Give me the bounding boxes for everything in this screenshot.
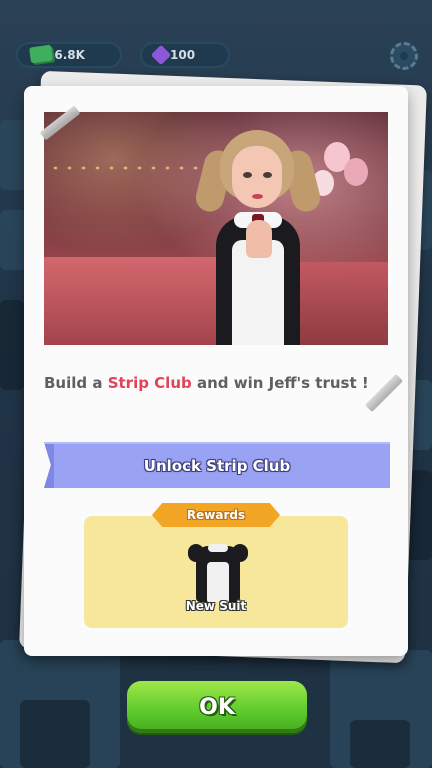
story-photo: [44, 112, 388, 345]
rewards-title: Rewards: [186, 508, 246, 522]
maid-character: [192, 120, 324, 345]
maid-dress-icon: [188, 540, 248, 602]
ok-button[interactable]: OK: [127, 681, 307, 733]
cash-counter: 56.8K: [16, 42, 122, 68]
unlock-label: Unlock Strip Club: [143, 457, 291, 475]
message-prefix: Build a: [44, 374, 108, 392]
gem-counter: 100: [140, 42, 230, 68]
rewards-ribbon: Rewards: [152, 503, 280, 527]
gem-value: 100: [170, 48, 196, 62]
cash-icon: [28, 44, 54, 64]
balloon: [344, 158, 368, 186]
gem-icon: [150, 44, 172, 66]
gear-icon[interactable]: [390, 42, 418, 70]
ok-label: OK: [199, 694, 235, 720]
string-lights: [54, 167, 204, 169]
message-highlight: Strip Club: [107, 374, 192, 392]
story-message: Build a Strip Club and win Jeff's trust …: [44, 372, 374, 394]
reward-item-label: New Suit: [185, 599, 247, 613]
message-suffix: and win Jeff's trust !: [191, 374, 369, 392]
unlock-banner: Unlock Strip Club: [44, 442, 390, 488]
